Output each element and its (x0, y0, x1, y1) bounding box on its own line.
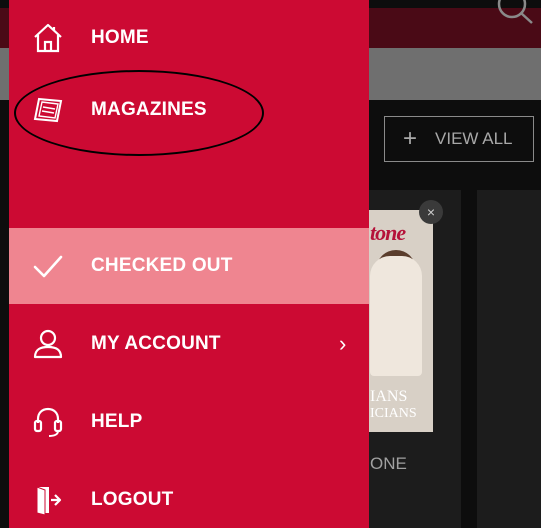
menu-item-label: HOME (91, 27, 149, 48)
card-title: ONE (370, 454, 407, 473)
menu-item-checked-out[interactable]: CHECKED OUT (9, 228, 369, 304)
plus-icon: + (403, 125, 418, 152)
cover-masthead: tone (370, 220, 406, 245)
view-all-label: VIEW ALL (435, 129, 513, 148)
magazine-cover[interactable]: tone IANS ICIANS (366, 210, 433, 432)
menu-item-home[interactable]: HOME (9, 0, 369, 76)
menu-item-help[interactable]: HELP (9, 384, 369, 460)
annotation-ellipse (14, 70, 264, 156)
menu-item-label: CHECKED OUT (91, 255, 233, 276)
menu-item-logout[interactable]: LOGOUT (9, 462, 369, 528)
logout-icon (31, 483, 65, 517)
cover-headline: IANS (370, 388, 408, 405)
home-icon (31, 21, 65, 55)
headset-icon (31, 405, 65, 439)
user-icon (31, 327, 65, 361)
magazine-card[interactable] (477, 190, 541, 528)
menu-item-my-account[interactable]: MY ACCOUNT › (9, 306, 369, 382)
cover-subheadline: ICIANS (370, 406, 417, 421)
menu-item-label: LOGOUT (91, 489, 174, 510)
search-icon[interactable] (490, 0, 540, 26)
check-icon (31, 249, 65, 283)
view-all-button[interactable]: + VIEW ALL (384, 116, 534, 162)
close-icon[interactable]: × (419, 200, 443, 224)
chevron-right-icon: › (339, 331, 347, 356)
cover-figure (370, 256, 422, 376)
menu-item-label: MY ACCOUNT (91, 333, 221, 354)
menu-item-label: HELP (91, 411, 143, 432)
